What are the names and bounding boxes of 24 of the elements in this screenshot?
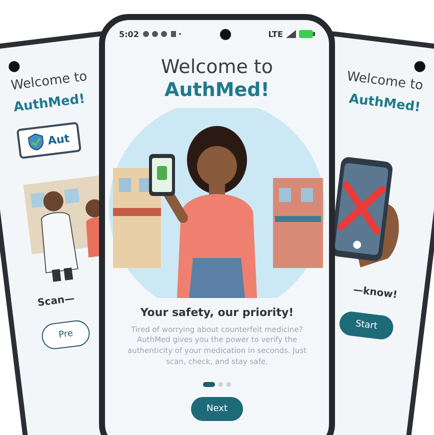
camera-hole — [8, 60, 20, 73]
brand-name: AuthMed! — [12, 91, 86, 116]
sign-text: Aut — [47, 132, 70, 148]
next-button[interactable]: Next — [190, 397, 244, 422]
slide-heading: Your safety, our priority! — [140, 306, 294, 319]
signal-icon — [286, 30, 296, 38]
notification-icons — [142, 30, 182, 38]
camera-hole — [414, 60, 426, 73]
welcome-title: Welcome to — [346, 69, 424, 94]
start-button[interactable]: Start — [338, 310, 395, 341]
brand-name: AuthMed! — [164, 78, 270, 102]
slide-heading: Scan— — [37, 294, 76, 310]
previous-button[interactable]: Pre — [40, 319, 92, 351]
page-indicator-dot[interactable] — [218, 382, 223, 388]
camera-hole — [220, 28, 231, 40]
slide-heading: —know! — [352, 284, 398, 302]
network-label: LTE — [268, 30, 283, 38]
welcome-title: Welcome to — [160, 56, 274, 79]
battery-icon — [298, 30, 315, 38]
brand-name: AuthMed! — [348, 91, 422, 116]
page-indicator-dot[interactable] — [226, 382, 231, 388]
welcome-title: Welcome to — [10, 69, 88, 94]
status-time: 5:02 — [119, 30, 139, 38]
shield-check-icon — [27, 132, 46, 152]
